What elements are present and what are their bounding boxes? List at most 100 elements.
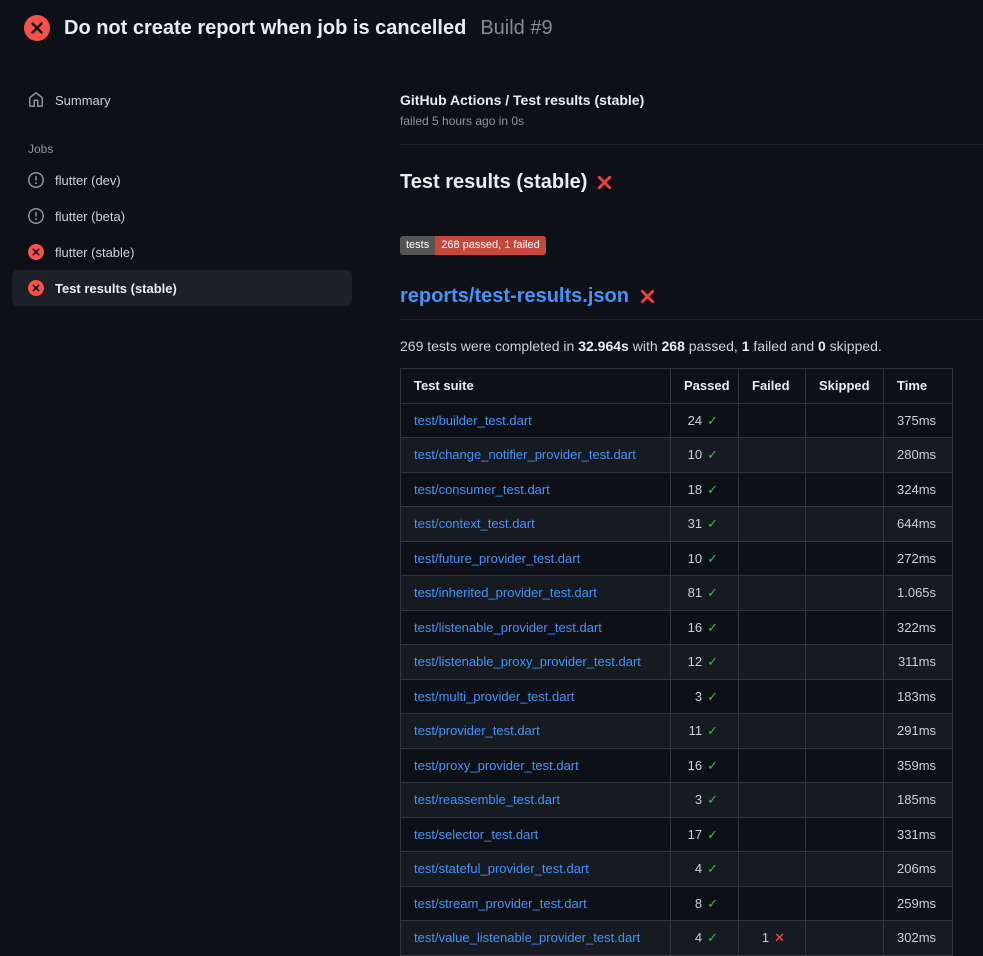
column-header-passed: Passed [671,369,739,404]
summary-line: 269 tests were completed in 32.964s with… [400,338,983,354]
failed-cell [739,507,806,542]
time-cell: 322ms [884,610,953,645]
failed-cell [739,783,806,818]
suite-link[interactable]: test/reassemble_test.dart [414,792,560,807]
passed-cell: 17✓ [671,817,739,852]
check-icon: ✓ [707,689,718,704]
sidebar-item-label: flutter (dev) [55,173,121,188]
sidebar: Summary Jobs flutter (dev) flutter (beta… [12,56,352,306]
suite-cell: test/proxy_provider_test.dart [401,748,671,783]
skipped-cell [806,645,884,680]
badge-value: 268 passed, 1 failed [435,236,545,255]
check-icon: ✓ [707,758,718,773]
report-heading: reports/test-results.json [400,285,983,320]
time-cell: 183ms [884,679,953,714]
time-cell: 206ms [884,852,953,887]
table-row: test/future_provider_test.dart 10✓ 272ms [401,541,953,576]
sidebar-item-label: Summary [55,93,111,108]
sidebar-item-test-results-stable[interactable]: Test results (stable) [12,270,352,306]
suite-link[interactable]: test/consumer_test.dart [414,482,550,497]
suite-link[interactable]: test/value_listenable_provider_test.dart [414,930,640,945]
suite-cell: test/builder_test.dart [401,403,671,438]
passed-cell: 8✓ [671,886,739,921]
skipped-cell [806,748,884,783]
time-cell: 359ms [884,748,953,783]
home-icon [28,92,44,108]
passed-cell: 31✓ [671,507,739,542]
skipped-cell [806,852,884,887]
failed-cell [739,576,806,611]
passed-cell: 3✓ [671,679,739,714]
suite-link[interactable]: test/listenable_provider_test.dart [414,620,602,635]
skipped-cell [806,610,884,645]
column-header-time: Time [884,369,953,404]
suite-link[interactable]: test/multi_provider_test.dart [414,689,574,704]
sidebar-item-flutter-beta[interactable]: flutter (beta) [12,198,352,234]
check-icon: ✓ [707,413,718,428]
passed-cell: 10✓ [671,438,739,473]
page-header: Do not create report when job is cancell… [0,0,983,56]
table-row: test/multi_provider_test.dart 3✓ 183ms [401,679,953,714]
passed-cell: 11✓ [671,714,739,749]
time-cell: 375ms [884,403,953,438]
sidebar-item-label: Test results (stable) [55,281,177,296]
suite-link[interactable]: test/inherited_provider_test.dart [414,585,597,600]
suite-cell: test/reassemble_test.dart [401,783,671,818]
sidebar-item-label: flutter (beta) [55,209,125,224]
skipped-cell [806,438,884,473]
passed-cell: 16✓ [671,610,739,645]
time-cell: 185ms [884,783,953,818]
column-header-test-suite: Test suite [401,369,671,404]
suite-link[interactable]: test/context_test.dart [414,516,535,531]
table-header-row: Test suite Passed Failed Skipped Time [401,369,953,404]
warning-circle-icon [28,172,44,188]
suite-link[interactable]: test/proxy_provider_test.dart [414,758,579,773]
failed-cell [739,438,806,473]
suite-link[interactable]: test/future_provider_test.dart [414,551,580,566]
report-link[interactable]: reports/test-results.json [400,285,629,308]
suite-link[interactable]: test/stream_provider_test.dart [414,896,587,911]
page-title: Do not create report when job is cancell… [64,17,466,40]
passed-cell: 18✓ [671,472,739,507]
suite-link[interactable]: test/change_notifier_provider_test.dart [414,447,636,462]
table-body: test/builder_test.dart 24✓ 375ms test/ch… [401,403,953,955]
check-icon: ✓ [707,723,718,738]
suite-link[interactable]: test/provider_test.dart [414,723,540,738]
sidebar-item-summary[interactable]: Summary [12,82,352,118]
check-icon: ✓ [707,516,718,531]
breadcrumb: GitHub Actions / Test results (stable) [400,92,983,108]
time-cell: 324ms [884,472,953,507]
suite-cell: test/stream_provider_test.dart [401,886,671,921]
time-cell: 259ms [884,886,953,921]
passed-cell: 10✓ [671,541,739,576]
suite-link[interactable]: test/stateful_provider_test.dart [414,861,589,876]
suite-link[interactable]: test/selector_test.dart [414,827,538,842]
failed-cell [739,852,806,887]
skipped-cell [806,783,884,818]
suite-link[interactable]: test/builder_test.dart [414,413,532,428]
warning-circle-icon [28,208,44,224]
skipped-cell [806,472,884,507]
failed-cell [739,714,806,749]
suite-cell: test/future_provider_test.dart [401,541,671,576]
skipped-cell [806,403,884,438]
passed-cell: 24✓ [671,403,739,438]
cross-mark-icon [639,288,656,305]
skipped-cell [806,817,884,852]
check-icon: ✓ [707,792,718,807]
failed-cell [739,817,806,852]
suite-cell: test/multi_provider_test.dart [401,679,671,714]
table-row: test/change_notifier_provider_test.dart … [401,438,953,473]
failed-cell [739,679,806,714]
sidebar-item-flutter-stable[interactable]: flutter (stable) [12,234,352,270]
jobs-section-label: Jobs [12,136,352,162]
skipped-cell [806,576,884,611]
check-icon: ✓ [707,861,718,876]
sidebar-item-flutter-dev[interactable]: flutter (dev) [12,162,352,198]
skipped-cell [806,886,884,921]
skipped-cell [806,507,884,542]
check-icon: ✓ [707,827,718,842]
suite-link[interactable]: test/listenable_proxy_provider_test.dart [414,654,641,669]
table-row: test/listenable_provider_test.dart 16✓ 3… [401,610,953,645]
test-results-table: Test suite Passed Failed Skipped Time te… [400,368,953,956]
